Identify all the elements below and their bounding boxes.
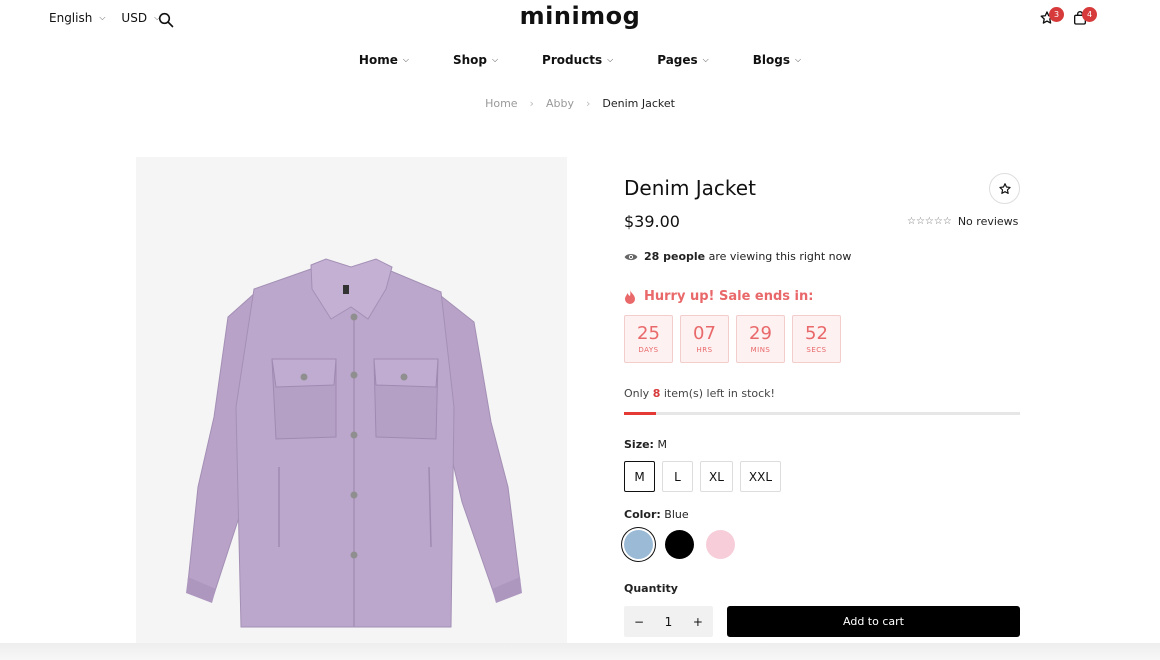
sale-countdown: 25 DAYS 07 HRS 29 MINS 52 SECS xyxy=(624,315,841,363)
countdown-label: HRS xyxy=(696,346,713,354)
eye-icon xyxy=(624,253,638,260)
countdown-label: MINS xyxy=(750,346,771,354)
size-option-l[interactable]: L xyxy=(662,461,693,492)
product-title: Denim Jacket xyxy=(624,176,756,200)
size-option-label: Size: M xyxy=(624,438,667,451)
countdown-value: 29 xyxy=(749,323,772,344)
nav-item-label: Shop xyxy=(452,53,487,67)
countdown-value: 07 xyxy=(693,323,716,344)
nav-item-label: Pages xyxy=(657,53,698,67)
size-option-xxl[interactable]: XXL xyxy=(739,461,782,492)
stock-progress-bar xyxy=(624,412,1020,415)
color-option-label: Color: Blue xyxy=(624,508,689,521)
chevron-down-icon: ⌵ xyxy=(491,55,499,64)
product-reviews[interactable]: ☆☆☆☆☆ No reviews xyxy=(907,215,1018,228)
color-label: Color: xyxy=(624,508,661,521)
stock-count: 8 xyxy=(652,387,661,400)
viewers-text: are viewing this right now xyxy=(708,250,852,263)
size-selector: M L XL XXL xyxy=(624,461,782,492)
chevron-down-icon: ⌵ xyxy=(795,55,802,64)
site-logo[interactable]: minimog xyxy=(0,2,1160,30)
quantity-stepper: − 1 + xyxy=(624,606,713,637)
main-nav: Home ⌵ Shop ⌵ Products ⌵ Pages ⌵ Blogs ⌵ xyxy=(0,53,1160,67)
size-label: Size: xyxy=(624,438,654,451)
breadcrumb-home[interactable]: Home xyxy=(485,97,517,110)
countdown-label: SECS xyxy=(806,346,827,354)
chevron-down-icon: ⌵ xyxy=(607,55,614,64)
fire-icon xyxy=(625,289,635,304)
jacket-illustration xyxy=(186,258,522,628)
increase-quantity-button[interactable]: + xyxy=(693,615,703,629)
star-icon xyxy=(998,182,1011,194)
stock-prefix: Only xyxy=(624,387,650,400)
product-image[interactable] xyxy=(136,157,567,643)
page-bottom-edge xyxy=(0,643,1160,660)
chevron-right-icon: › xyxy=(585,97,591,110)
wishlist-button[interactable]: 3 xyxy=(1039,7,1064,28)
size-option-xl[interactable]: XL xyxy=(700,461,733,492)
countdown-hours: 07 HRS xyxy=(680,315,729,363)
cart-button[interactable]: 4 xyxy=(1072,7,1097,28)
breadcrumb-collection[interactable]: Abby xyxy=(546,97,574,110)
nav-item-products[interactable]: Products ⌵ xyxy=(542,53,613,67)
wishlist-count-badge: 3 xyxy=(1049,7,1064,22)
nav-item-home[interactable]: Home ⌵ xyxy=(359,53,409,67)
cart-count-badge: 4 xyxy=(1082,7,1097,22)
decrease-quantity-button[interactable]: − xyxy=(634,615,644,629)
product-price: $39.00 xyxy=(624,212,680,231)
chevron-down-icon: ⌵ xyxy=(702,55,709,64)
color-selector xyxy=(624,530,735,559)
viewers-count: 28 people xyxy=(644,250,706,263)
countdown-label: DAYS xyxy=(638,346,659,354)
size-selected-value: M xyxy=(657,438,667,451)
color-selected-value: Blue xyxy=(664,508,689,521)
add-to-wishlist-button[interactable] xyxy=(989,173,1020,204)
breadcrumb: Home › Abby › Denim Jacket xyxy=(0,97,1160,110)
countdown-minutes: 29 MINS xyxy=(736,315,785,363)
countdown-seconds: 52 SECS xyxy=(792,315,841,363)
rating-stars-icon: ☆☆☆☆☆ xyxy=(907,216,952,227)
nav-item-pages[interactable]: Pages ⌵ xyxy=(657,53,709,67)
color-swatch-blue[interactable] xyxy=(624,530,653,559)
live-viewers: 28 people are viewing this right now xyxy=(624,250,851,263)
size-option-m[interactable]: M xyxy=(624,461,655,492)
nav-item-shop[interactable]: Shop ⌵ xyxy=(453,53,498,67)
nav-item-label: Blogs xyxy=(752,53,790,67)
site-header: English ⌵ USD ⌵ minimog 3 4 xyxy=(0,0,1160,40)
reviews-text: No reviews xyxy=(957,215,1019,228)
quantity-value[interactable]: 1 xyxy=(665,615,673,629)
chevron-right-icon: › xyxy=(529,97,534,110)
quantity-label: Quantity xyxy=(624,582,678,595)
nav-item-label: Home xyxy=(358,53,398,67)
countdown-value: 25 xyxy=(637,323,660,344)
sale-countdown-heading: Hurry up! Sale ends in: xyxy=(624,289,813,304)
countdown-value: 52 xyxy=(805,323,828,344)
chevron-down-icon: ⌵ xyxy=(402,55,409,64)
breadcrumb-current: Denim Jacket xyxy=(602,97,675,110)
nav-item-label: Products xyxy=(542,53,603,67)
nav-item-blogs[interactable]: Blogs ⌵ xyxy=(753,53,801,67)
color-swatch-pink[interactable] xyxy=(706,530,735,559)
stock-suffix: item(s) left in stock! xyxy=(663,387,775,400)
hurry-text: Hurry up! Sale ends in: xyxy=(644,289,814,304)
stock-progress-fill xyxy=(624,412,656,415)
add-to-cart-button[interactable]: Add to cart xyxy=(727,606,1020,637)
stock-message: Only 8 item(s) left in stock! xyxy=(624,387,775,400)
color-swatch-black[interactable] xyxy=(665,530,694,559)
countdown-days: 25 DAYS xyxy=(624,315,673,363)
